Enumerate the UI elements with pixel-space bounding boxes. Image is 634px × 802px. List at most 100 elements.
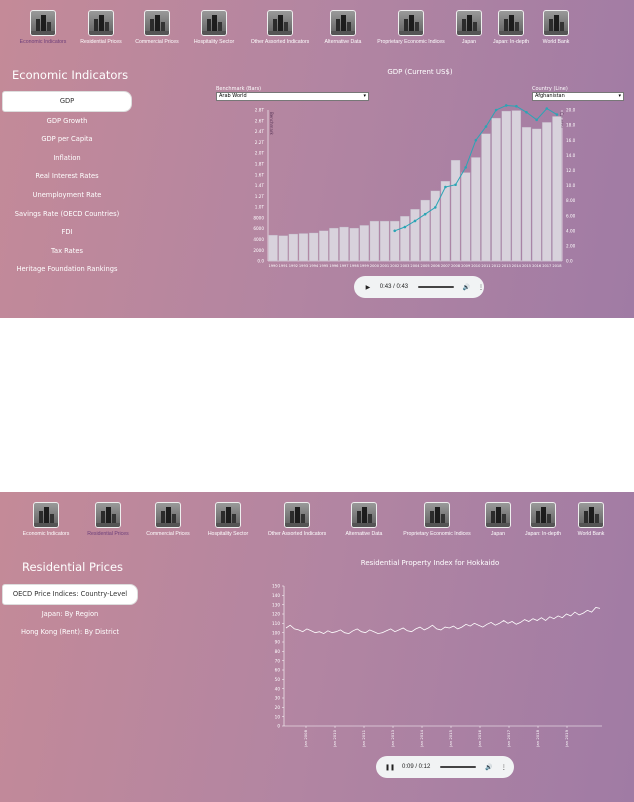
audio-progress[interactable] (440, 766, 477, 768)
benchmark-bar[interactable] (298, 233, 309, 262)
sidebar-item-gdp[interactable]: GDP (2, 91, 132, 112)
sidebar-item-oecd-price-indices-country-level[interactable]: OECD Price Indices: Country-Level (2, 584, 138, 605)
country-point[interactable] (393, 229, 397, 233)
country-point[interactable] (454, 183, 457, 187)
benchmark-bar[interactable] (339, 226, 349, 262)
y-left-tick-label: 6000 (253, 226, 264, 231)
benchmark-bar[interactable] (309, 232, 319, 262)
y-tick-label: 110 (272, 621, 280, 626)
x-tick-label: 2013 (502, 264, 511, 268)
sidebar-item-fdi[interactable]: FDI (0, 223, 134, 242)
top-nav: Economic Indicators Residential Prices Com… (0, 0, 634, 56)
benchmark-bar[interactable] (329, 227, 339, 262)
benchmark-bar[interactable] (390, 220, 400, 262)
y-right-tick-label: 8.00 (566, 198, 576, 203)
country-point[interactable] (413, 219, 417, 223)
benchmark-bar[interactable] (319, 230, 329, 262)
y-right-tick-label: 10.0 (566, 183, 576, 188)
nav-world-bank[interactable]: World Bank (551, 502, 631, 537)
sidebar-item-hong-kong-rent-by-district[interactable]: Hong Kong (Rent): By District (0, 623, 140, 642)
volume-icon[interactable]: 🔊 (485, 764, 492, 771)
x-tick-label: 2006 (431, 264, 441, 268)
city-building-icon (543, 10, 569, 36)
sidebar-item-gdp-per-capita[interactable]: GDP per Capita (0, 130, 134, 149)
sidebar-item-unemployment-rate[interactable]: Unemployment Rate (0, 186, 134, 205)
country-point[interactable] (555, 113, 559, 116)
country-point[interactable] (535, 118, 538, 122)
residential-sidebar: OECD Price Indices: Country-Level Japan: … (0, 584, 140, 642)
city-building-icon (30, 10, 56, 36)
benchmark-bar[interactable] (268, 234, 278, 262)
benchmark-bar[interactable] (542, 122, 552, 262)
y-left-tick-label: 1.4T (255, 183, 265, 188)
sidebar-item-inflation[interactable]: Inflation (0, 149, 134, 168)
benchmark-bar[interactable] (532, 128, 542, 262)
benchmark-bar[interactable] (278, 235, 288, 262)
country-point[interactable] (474, 138, 478, 142)
benchmark-bar[interactable] (288, 233, 298, 262)
country-point[interactable] (545, 107, 549, 110)
sidebar-item-tax-rates[interactable]: Tax Rates (0, 242, 134, 261)
x-tick-label: 2015 (522, 264, 531, 268)
sidebar-item-heritage-foundation-rankings[interactable]: Heritage Foundation Rankings (0, 260, 134, 279)
audio-player[interactable]: ▶ 0:43 / 0:43 🔊 ⋮ (354, 276, 484, 298)
sidebar-item-gdp-growth[interactable]: GDP Growth (0, 112, 134, 131)
benchmark-select[interactable]: Arab World ▾ (216, 92, 369, 101)
benchmark-bar[interactable] (491, 117, 501, 262)
sidebar-item-real-interest-rates[interactable]: Real Interest Rates (0, 167, 134, 186)
country-point[interactable] (484, 125, 488, 128)
country-point[interactable] (494, 108, 498, 112)
nav-hospitality-sector[interactable]: Hospitality Sector (188, 502, 268, 537)
city-building-icon (144, 10, 170, 36)
country-point[interactable] (423, 212, 427, 216)
y-tick-label: 0 (277, 724, 280, 729)
y-left-tick-label: 2000 (253, 248, 264, 253)
benchmark-bar[interactable] (349, 227, 359, 262)
benchmark-bar[interactable] (481, 133, 491, 262)
nav-label: Hospitality Sector (207, 531, 249, 537)
section-title: Economic Indicators (12, 68, 129, 82)
benchmark-bar[interactable] (461, 172, 471, 262)
benchmark-bar[interactable] (511, 110, 521, 262)
benchmark-bar[interactable] (410, 209, 420, 262)
benchmark-bar[interactable] (369, 220, 380, 262)
country-point[interactable] (403, 225, 407, 229)
nav-label: Economic Indicators (19, 39, 67, 45)
sidebar-item-japan-by-region[interactable]: Japan: By Region (0, 605, 140, 624)
x-tick-label: 2014 (512, 264, 522, 268)
country-select[interactable]: Afghanistan ▾ (532, 92, 624, 101)
nav-label: Hospitality Sector (193, 39, 235, 45)
benchmark-bar[interactable] (420, 199, 430, 262)
more-vertical-icon[interactable]: ⋮ (501, 764, 507, 771)
sidebar-item-savings-rate-oecd-countries[interactable]: Savings Rate (OECD Countries) (0, 205, 134, 224)
country-point[interactable] (525, 110, 528, 114)
volume-icon[interactable]: 🔊 (463, 284, 470, 291)
country-point[interactable] (464, 166, 467, 169)
y-left-tick-label: 2.8T (255, 108, 265, 113)
play-icon[interactable]: ▶ (362, 284, 374, 291)
benchmark-bar[interactable] (521, 127, 532, 262)
country-point[interactable] (444, 185, 447, 189)
benchmark-bar[interactable] (552, 116, 562, 262)
nav-label: Commercial Prices (135, 39, 179, 45)
country-point[interactable] (433, 206, 437, 209)
benchmark-bar[interactable] (450, 160, 461, 262)
benchmark-bar[interactable] (359, 225, 369, 262)
audio-player[interactable]: ❚❚ 0:09 / 0:12 🔊 ⋮ (376, 756, 514, 778)
country-point[interactable] (504, 104, 508, 107)
benchmark-bar[interactable] (379, 220, 390, 262)
y-tick-label: 100 (272, 630, 280, 635)
y-tick-label: 20 (275, 705, 281, 710)
benchmark-bar[interactable] (400, 216, 410, 262)
y-left-tick-label: 1.6T (255, 172, 265, 177)
more-vertical-icon[interactable]: ⋮ (478, 284, 484, 291)
country-point[interactable] (515, 104, 518, 108)
pause-icon[interactable]: ❚❚ (384, 764, 396, 771)
nav-world-bank[interactable]: World Bank (516, 10, 596, 45)
benchmark-bar[interactable] (471, 157, 481, 262)
nav-label: Commercial Prices (146, 531, 190, 537)
audio-progress[interactable] (418, 286, 454, 288)
y-left-tick-label: 0.0 (257, 259, 264, 264)
benchmark-bar[interactable] (501, 110, 511, 262)
nav-alternative-data[interactable]: Alternative Data (324, 502, 404, 537)
